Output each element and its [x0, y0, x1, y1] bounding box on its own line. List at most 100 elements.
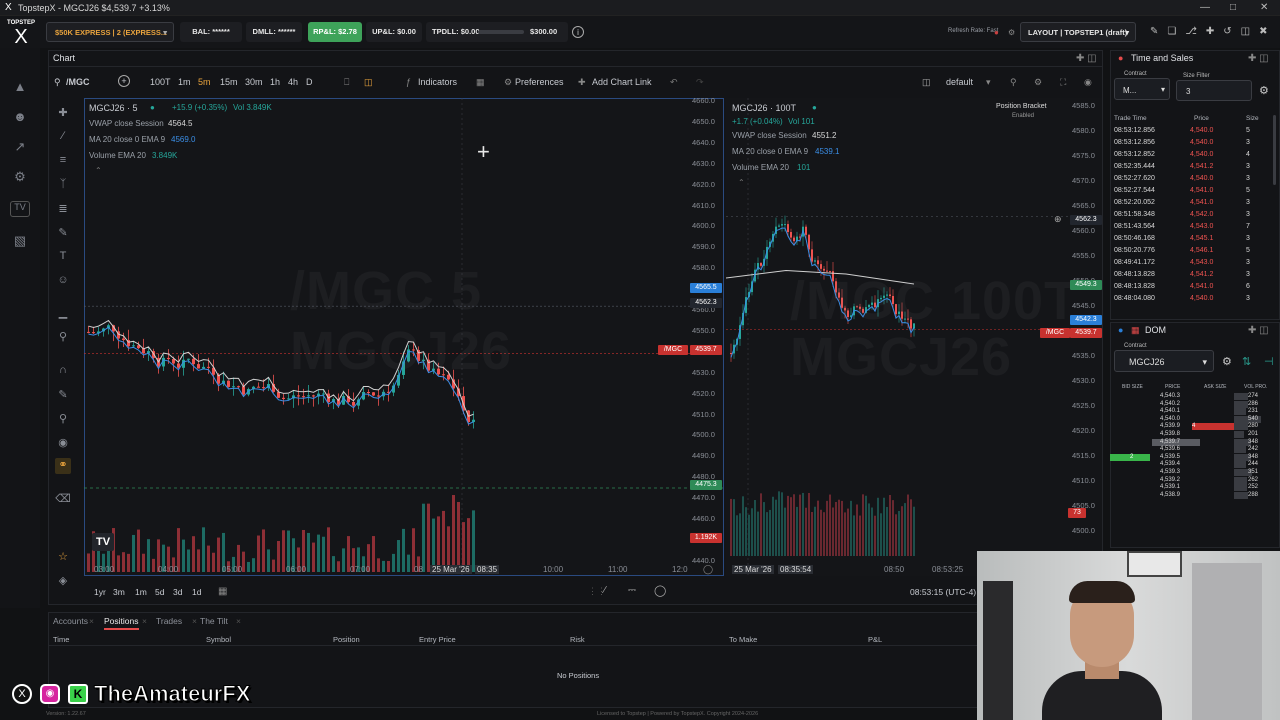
- dom-center-icon[interactable]: ⇅: [1242, 355, 1251, 368]
- tv-icon[interactable]: TV: [10, 201, 30, 217]
- search-icon[interactable]: ⚲: [54, 75, 61, 89]
- add-chart-link-button[interactable]: Add Chart Link: [592, 75, 652, 89]
- layout-actions[interactable]: ✎❏⎇✚↺◫✖: [1150, 26, 1276, 37]
- zoom-tool-icon[interactable]: ⚲: [55, 330, 71, 346]
- minimize-icon[interactable]: —: [1200, 2, 1210, 13]
- close-icon[interactable]: ×: [142, 616, 147, 626]
- users-icon[interactable]: ☻: [10, 109, 30, 125]
- zoom-icon[interactable]: ⚲: [1010, 75, 1017, 89]
- chart-icon[interactable]: ▲: [10, 79, 30, 95]
- emoji-tool-icon[interactable]: ☺: [55, 274, 71, 290]
- dom-row[interactable]: 4,538.9 288: [1110, 491, 1280, 500]
- ts-row: 08:48:13.828 4,541.0 6: [1110, 283, 1272, 295]
- auto-scale-icon[interactable]: ◯: [703, 564, 713, 575]
- ts-contract-select[interactable]: M... ▾: [1114, 78, 1170, 100]
- redo-icon[interactable]: ↷: [696, 75, 704, 89]
- hlines-tool-icon[interactable]: ≡: [55, 154, 71, 170]
- tab-the-tilt[interactable]: The Tilt: [200, 616, 228, 626]
- tab-accounts[interactable]: Accounts: [53, 616, 88, 626]
- timeframe-30m[interactable]: 30m: [245, 75, 263, 89]
- panel-actions[interactable]: ✚ ◫: [1248, 325, 1269, 336]
- link-tool-icon[interactable]: ⚭: [55, 458, 71, 474]
- ts-size: 5: [1246, 247, 1250, 254]
- close-icon[interactable]: ×: [89, 616, 94, 626]
- trendline-tool-icon[interactable]: ∕: [55, 130, 71, 146]
- timeframe-5m[interactable]: 5m: [198, 75, 211, 89]
- preferences-icon[interactable]: ⚙: [504, 75, 512, 89]
- timeframe-15m[interactable]: 15m: [220, 75, 238, 89]
- pencil-lock-icon[interactable]: ✎: [55, 388, 71, 404]
- order-icon[interactable]: ⎓: [628, 585, 636, 596]
- panel-actions[interactable]: ✚ ◫: [1076, 53, 1097, 64]
- timeframe-1m[interactable]: 1m: [178, 75, 191, 89]
- symbol-input[interactable]: /MGC: [66, 75, 90, 89]
- dom-expand-icon[interactable]: ⊣: [1264, 355, 1274, 368]
- chart-type-icon[interactable]: ⎕: [344, 75, 349, 89]
- settings-small-icon[interactable]: ⚙: [1008, 28, 1015, 37]
- sync-icon[interactable]: ◯: [654, 584, 666, 597]
- close-icon[interactable]: ✕: [1260, 2, 1268, 13]
- indicators-icon[interactable]: ƒ: [406, 75, 411, 89]
- layers-icon[interactable]: ◈: [55, 574, 71, 590]
- lock-icon[interactable]: ⚲: [55, 412, 71, 428]
- trend-icon[interactable]: ↗: [10, 139, 30, 155]
- magnet-tool-icon[interactable]: ∩: [55, 364, 71, 380]
- account-selector[interactable]: $50K EXPRESS | 2 (EXPRESS... ▾: [46, 22, 174, 42]
- left-volume-bar: [392, 553, 395, 572]
- candles-icon[interactable]: ◫: [364, 75, 373, 89]
- ts-size-filter-input[interactable]: 3: [1176, 80, 1252, 101]
- info-icon[interactable]: i: [572, 26, 584, 38]
- range-1yr[interactable]: 1yr: [94, 587, 106, 597]
- close-icon[interactable]: ×: [192, 616, 197, 626]
- tab-positions[interactable]: Positions: [104, 616, 139, 630]
- fork-tool-icon[interactable]: ᛉ: [55, 178, 71, 194]
- timeframe-100T[interactable]: 100T: [150, 75, 171, 89]
- maximize-icon[interactable]: □: [1230, 2, 1236, 13]
- undo-icon[interactable]: ↶: [670, 75, 678, 89]
- dom-settings-icon[interactable]: ⚙: [1222, 355, 1232, 368]
- calendar-icon[interactable]: ▦: [218, 586, 227, 597]
- eye-icon[interactable]: ◉: [55, 436, 71, 452]
- add-symbol-icon[interactable]: +: [118, 75, 130, 87]
- dom-contract-select[interactable]: MGCJ26 ▾: [1114, 350, 1214, 372]
- left-vwap-label: VWAP close Session: [89, 119, 164, 128]
- link-icon[interactable]: ✚: [578, 75, 586, 89]
- range-5d[interactable]: 5d: [155, 587, 164, 597]
- draw-line-icon[interactable]: ∕: [604, 585, 606, 596]
- layout-selector[interactable]: LAYOUT | TOPSTEP1 (draft) ▾: [1020, 22, 1136, 42]
- license-text: Licensed to Topstep | Powered by Topstep…: [597, 711, 759, 717]
- ts-settings-icon[interactable]: ⚙: [1259, 84, 1269, 97]
- close-icon[interactable]: ×: [236, 616, 241, 626]
- text-tool-icon[interactable]: T: [55, 250, 71, 266]
- range-1d[interactable]: 1d: [192, 587, 201, 597]
- timeframe-4h[interactable]: 4h: [288, 75, 298, 89]
- settings-icon[interactable]: ⚙: [1034, 75, 1042, 89]
- trash-icon[interactable]: ⌫: [55, 492, 71, 508]
- fib-tool-icon[interactable]: ≣: [55, 202, 71, 218]
- range-3m[interactable]: 3m: [113, 587, 125, 597]
- ruler-tool-icon[interactable]: ▁: [55, 306, 71, 322]
- crosshair-tool-icon[interactable]: ✚: [55, 106, 71, 122]
- range-1m[interactable]: 1m: [135, 587, 147, 597]
- shield-icon[interactable]: ▧: [10, 233, 30, 249]
- sidebar-toggle-icon[interactable]: ◫: [922, 75, 931, 89]
- templates-icon[interactable]: ▦: [476, 75, 485, 89]
- alert-icon[interactable]: ●: [994, 28, 999, 37]
- gear-icon[interactable]: ⚙: [10, 169, 30, 185]
- collapse-legend-icon[interactable]: ⌃: [95, 166, 102, 175]
- tab-trades[interactable]: Trades: [156, 616, 182, 626]
- timeframe-D[interactable]: D: [306, 75, 313, 89]
- indicators-button[interactable]: Indicators: [418, 75, 457, 89]
- collapse-legend-icon[interactable]: ⌃: [738, 178, 745, 187]
- fullscreen-icon[interactable]: ⛶: [1060, 75, 1066, 89]
- range-3d[interactable]: 3d: [173, 587, 182, 597]
- brush-tool-icon[interactable]: ✎: [55, 226, 71, 242]
- layout-name-select[interactable]: default: [946, 75, 973, 89]
- timeframe-1h[interactable]: 1h: [270, 75, 280, 89]
- camera-icon[interactable]: ◉: [1084, 75, 1092, 89]
- add-alert-icon[interactable]: ⊕: [1054, 214, 1062, 225]
- ts-scrollbar[interactable]: [1273, 115, 1276, 185]
- preferences-button[interactable]: Preferences: [515, 75, 564, 89]
- panel-actions[interactable]: ✚ ◫: [1248, 53, 1269, 64]
- star-icon[interactable]: ☆: [55, 550, 71, 566]
